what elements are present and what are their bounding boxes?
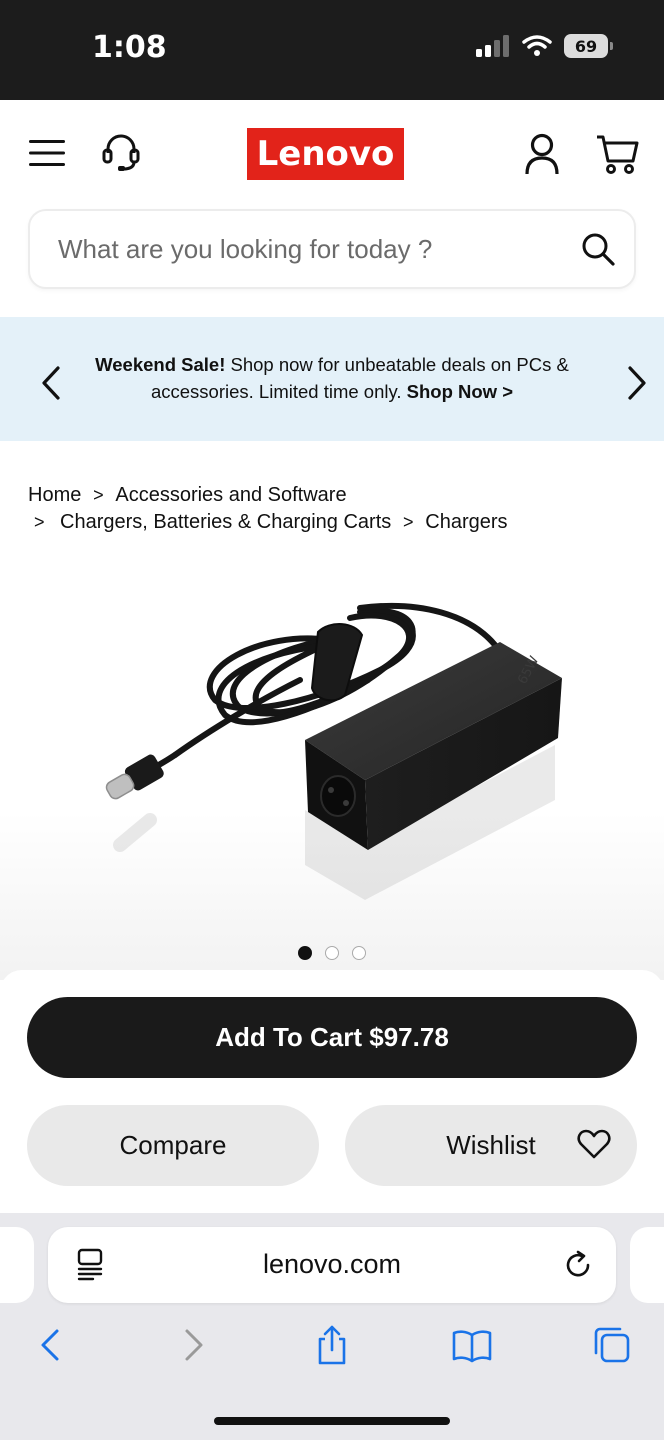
search-bar [28,209,636,289]
promo-prev-arrow-icon[interactable] [38,365,68,401]
search-input[interactable] [58,229,558,269]
logo-text: Lenovo [256,134,395,174]
add-to-cart-button[interactable]: Add To Cart $97.78 [27,997,637,1078]
wishlist-button[interactable]: Wishlist [345,1105,637,1186]
home-indicator [214,1417,450,1425]
promo-next-arrow-icon[interactable] [622,365,652,401]
breadcrumb-separator: > [34,512,45,532]
cellular-signal-icon [476,35,509,57]
status-time: 1:08 [92,30,167,65]
usb-c-charger-image: 65W [105,602,562,900]
compare-label: Compare [119,1130,227,1160]
breadcrumb-chargers[interactable]: Chargers [425,509,507,536]
wishlist-label: Wishlist [446,1130,536,1160]
menu-icon[interactable] [28,136,66,170]
compare-button[interactable]: Compare [27,1105,319,1186]
carousel-dot[interactable] [298,946,312,960]
breadcrumb: Home > Accessories and Software > Charge… [28,482,648,536]
next-tab-edge[interactable] [630,1227,664,1303]
url-text: lenovo.com [262,1249,402,1279]
site-header: Lenovo [0,100,664,208]
promo-lead: Weekend Sale! [95,354,226,375]
status-icons: 69 [476,34,613,58]
status-bar: 1:08 69 [0,0,664,100]
promo-shop-now-link[interactable]: Shop Now > [407,381,513,402]
product-image-area[interactable]: 65W [0,560,664,980]
forward-icon[interactable] [172,1325,212,1365]
bookmarks-icon[interactable] [452,1325,492,1365]
wifi-icon [522,35,552,56]
lenovo-logo[interactable]: Lenovo [247,128,404,180]
battery-indicator: 69 [564,34,613,58]
breadcrumb-separator: > [402,512,414,532]
carousel-dots [298,946,366,960]
carousel-dot[interactable] [325,946,339,960]
breadcrumb-home[interactable]: Home [28,482,81,509]
breadcrumb-accessories[interactable]: Accessories and Software [115,482,346,509]
breadcrumb-separator: > [93,485,104,505]
battery-level: 69 [574,36,598,56]
headset-icon[interactable] [100,130,142,174]
promo-text: Weekend Sale! Shop now for unbeatable de… [92,351,572,405]
carousel-dot[interactable] [352,946,366,960]
heart-icon [577,1129,611,1159]
previous-tab-edge[interactable] [0,1227,34,1303]
account-icon[interactable] [522,132,562,176]
breadcrumb-chargers-batteries[interactable]: Chargers, Batteries & Charging Carts [60,509,391,536]
promo-banner: Weekend Sale! Shop now for unbeatable de… [0,317,664,441]
back-icon[interactable] [32,1325,72,1365]
search-icon[interactable] [580,231,618,269]
tabs-icon[interactable] [592,1325,632,1365]
reload-icon[interactable] [564,1250,594,1280]
share-icon[interactable] [312,1325,352,1365]
cart-icon[interactable] [594,132,640,176]
address-bar[interactable]: lenovo.com [48,1227,616,1303]
